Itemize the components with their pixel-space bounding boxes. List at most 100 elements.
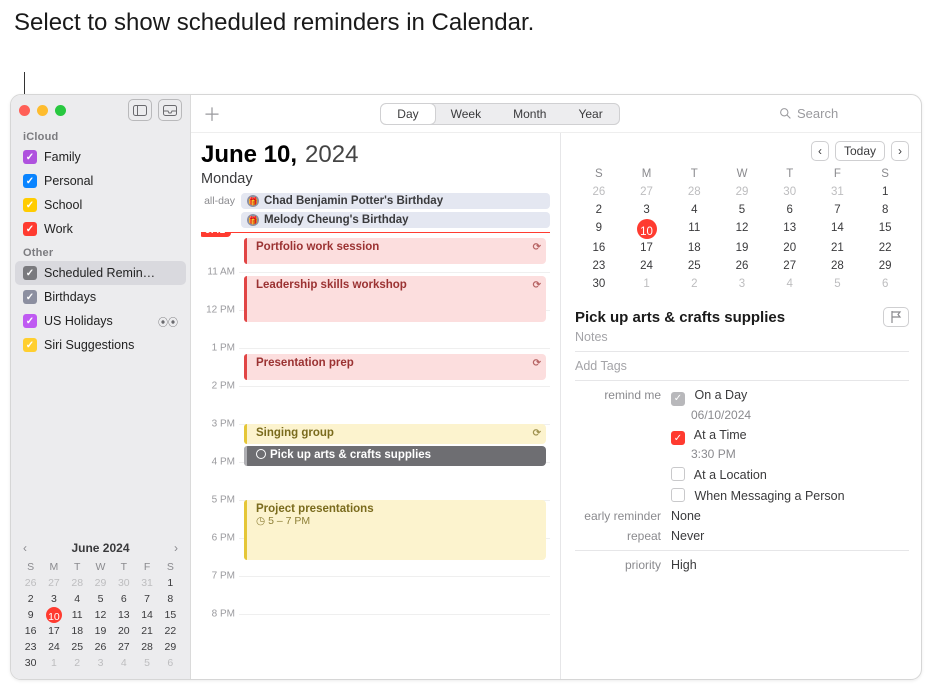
calendar-list-item[interactable]: US Holidays⦿⦿ [15,309,186,333]
when-messaging-checkbox[interactable] [671,488,685,502]
mini-day[interactable]: 16 [19,623,42,639]
mini-day[interactable]: 26 [19,575,42,591]
mini-day[interactable]: 9 [575,219,623,239]
today-button[interactable]: Today [835,141,885,161]
mini-day[interactable]: 27 [766,257,814,275]
calendar-list-item[interactable]: Work [15,217,186,241]
calendar-checkbox[interactable] [23,314,37,328]
mini-day[interactable]: 25 [66,639,89,655]
timeline[interactable]: 11 AM12 PM1 PM2 PM3 PM4 PM5 PM6 PM7 PM8 … [201,232,550,679]
mini-day[interactable]: 7 [814,201,862,219]
calendar-list-item[interactable]: School [15,193,186,217]
mini-day[interactable]: 17 [42,623,65,639]
mini-day[interactable]: 20 [112,623,135,639]
at-location-checkbox[interactable] [671,467,685,481]
mini-day[interactable]: 6 [766,201,814,219]
mini-day[interactable]: 22 [861,239,909,257]
mini-day[interactable]: 30 [766,183,814,201]
calendar-checkbox[interactable] [23,174,37,188]
flag-button[interactable] [883,307,909,327]
mini-day[interactable]: 14 [814,219,862,239]
event-block[interactable]: Presentation prep⟳ [244,354,546,380]
calendar-checkbox[interactable] [23,266,37,280]
mini-day[interactable]: 4 [66,591,89,607]
mini-day[interactable]: 23 [19,639,42,655]
mini-day[interactable]: 27 [112,639,135,655]
all-day-event[interactable]: 🎁Chad Benjamin Potter's Birthday [241,193,550,209]
mini-day[interactable]: 3 [623,201,671,219]
mini-day[interactable]: 28 [814,257,862,275]
mini-day[interactable]: 1 [861,183,909,201]
calendar-checkbox[interactable] [23,198,37,212]
close-icon[interactable] [19,105,30,116]
mini-day[interactable]: 29 [89,575,112,591]
mini-day[interactable]: 30 [19,655,42,671]
calendar-list-item[interactable]: Personal [15,169,186,193]
mini-day[interactable]: 10 [46,607,62,623]
mini-day[interactable]: 5 [814,275,862,293]
mini-day[interactable]: 4 [670,201,718,219]
mini-day[interactable]: 28 [135,639,158,655]
mini-prev-button[interactable]: ‹ [23,541,27,555]
mini-day[interactable]: 5 [89,591,112,607]
mini-day[interactable]: 4 [766,275,814,293]
mini-day[interactable]: 18 [670,239,718,257]
tags-field[interactable]: Add Tags [575,356,909,376]
mini-day[interactable]: 31 [814,183,862,201]
mini-day[interactable]: 21 [135,623,158,639]
mini-day[interactable]: 17 [623,239,671,257]
reminder-title[interactable]: Pick up arts & crafts supplies [575,309,785,326]
calendar-list-item[interactable]: Family [15,145,186,169]
zoom-icon[interactable] [55,105,66,116]
mini-day[interactable]: 4 [112,655,135,671]
mini-day[interactable]: 6 [159,655,182,671]
mini-next-button[interactable]: › [174,541,178,555]
mini-day[interactable]: 27 [42,575,65,591]
mini-day[interactable]: 2 [670,275,718,293]
mini-day[interactable]: 13 [112,607,135,623]
mini-day[interactable]: 29 [861,257,909,275]
mini-day[interactable]: 15 [159,607,182,623]
calendar-checkbox[interactable] [23,222,37,236]
inbox-button[interactable] [158,99,182,121]
minimize-icon[interactable] [37,105,48,116]
mini-day[interactable]: 25 [670,257,718,275]
at-a-time-value[interactable]: 3:30 PM [671,447,909,461]
mini-day[interactable]: 1 [42,655,65,671]
event-block[interactable]: Singing group⟳ [244,424,546,444]
mini-day[interactable]: 26 [575,183,623,201]
mini-day[interactable]: 1 [159,575,182,591]
on-a-day-checkbox[interactable] [671,392,685,406]
at-a-time-checkbox[interactable] [671,431,685,445]
early-reminder-value[interactable]: None [671,509,909,523]
mini-day[interactable]: 2 [66,655,89,671]
mini-day[interactable]: 21 [814,239,862,257]
calendar-list-item[interactable]: Scheduled Remin… [15,261,186,285]
mini-day[interactable]: 26 [718,257,766,275]
next-day-button[interactable]: › [891,141,909,161]
mini-day[interactable]: 12 [718,219,766,239]
mini-day[interactable]: 16 [575,239,623,257]
mini-day[interactable]: 15 [861,219,909,239]
mini-day[interactable]: 7 [135,591,158,607]
mini-day[interactable]: 1 [623,275,671,293]
event-block[interactable]: Portfolio work session⟳ [244,238,546,264]
prev-day-button[interactable]: ‹ [811,141,829,161]
mini-day[interactable]: 6 [112,591,135,607]
all-day-event[interactable]: 🎁Melody Cheung's Birthday [241,212,550,228]
mini-day[interactable]: 8 [861,201,909,219]
mini-day[interactable]: 10 [637,219,657,239]
mini-day[interactable]: 23 [575,257,623,275]
notes-field[interactable]: Notes [575,327,909,347]
mini-day[interactable]: 31 [135,575,158,591]
mini-day[interactable]: 29 [718,183,766,201]
mini-day[interactable]: 3 [89,655,112,671]
mini-day[interactable]: 2 [575,201,623,219]
calendar-list-item[interactable]: Siri Suggestions [15,333,186,357]
event-block[interactable]: Project presentations◷ 5 – 7 PM [244,500,546,560]
mini-day[interactable]: 5 [135,655,158,671]
mini-day[interactable]: 19 [89,623,112,639]
mini-day[interactable]: 8 [159,591,182,607]
priority-value[interactable]: High [671,558,909,572]
mini-day[interactable]: 28 [670,183,718,201]
